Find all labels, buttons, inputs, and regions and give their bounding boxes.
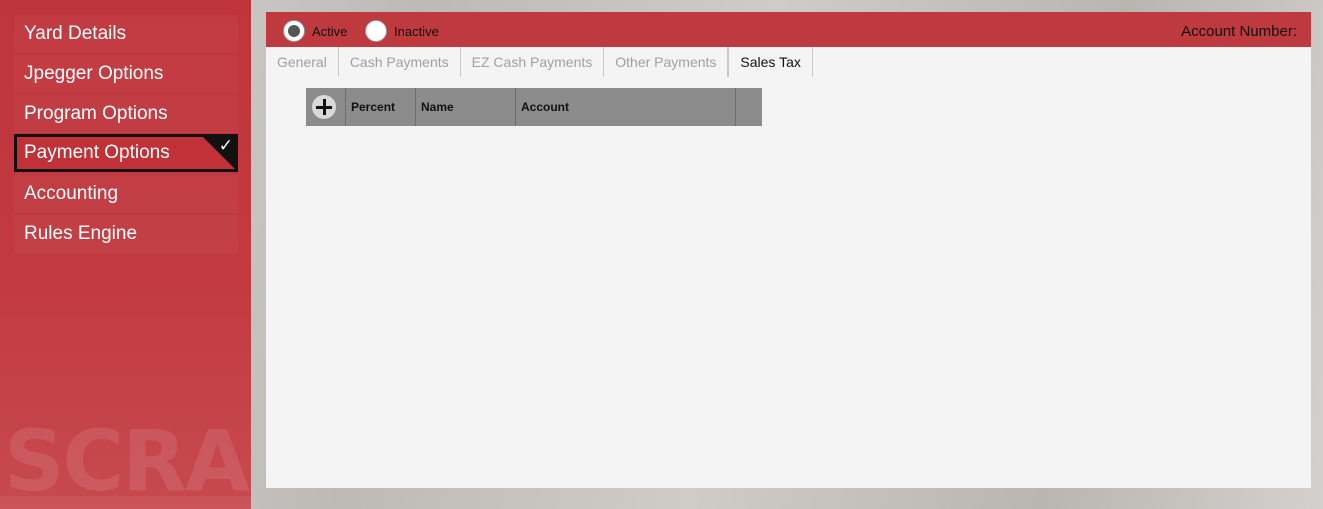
active-radio[interactable] bbox=[283, 20, 305, 42]
inactive-radio-label: Inactive bbox=[394, 24, 439, 39]
sidebar-item-accounting[interactable]: Accounting bbox=[14, 175, 238, 213]
tab-strip: General Cash Payments EZ Cash Payments O… bbox=[266, 47, 813, 77]
tab-ez-cash-payments[interactable]: EZ Cash Payments bbox=[461, 47, 605, 77]
sidebar-item-program-options[interactable]: Program Options bbox=[14, 95, 238, 133]
sales-tax-grid-header: Percent Name Account bbox=[306, 88, 762, 126]
active-radio-label: Active bbox=[312, 24, 348, 39]
radio-selected-dot bbox=[288, 25, 300, 37]
sidebar-item-jpegger-options[interactable]: Jpegger Options bbox=[14, 55, 238, 93]
sidebar-item-payment-options[interactable]: Payment Options ✓ bbox=[14, 134, 238, 172]
sidebar-item-label: Jpegger Options bbox=[24, 63, 164, 84]
plus-icon[interactable] bbox=[312, 95, 336, 119]
checkmark-icon: ✓ bbox=[218, 136, 233, 156]
column-header-name[interactable]: Name bbox=[416, 88, 516, 126]
account-number-label: Account Number: bbox=[1181, 23, 1297, 40]
sidebar-item-label: Yard Details bbox=[24, 23, 127, 44]
sidebar-item-label: Payment Options bbox=[24, 142, 170, 163]
sidebar: Yard Details Jpegger Options Program Opt… bbox=[0, 0, 251, 509]
sidebar-item-yard-details[interactable]: Yard Details bbox=[14, 15, 238, 53]
tab-other-payments[interactable]: Other Payments bbox=[604, 47, 729, 77]
column-header-percent[interactable]: Percent bbox=[346, 88, 416, 126]
tab-sales-tax[interactable]: Sales Tax bbox=[728, 47, 813, 77]
sidebar-item-label: Accounting bbox=[24, 183, 119, 204]
sidebar-item-rules-engine[interactable]: Rules Engine bbox=[14, 215, 238, 253]
status-bar: Active Inactive Account Number: bbox=[266, 12, 1311, 47]
tab-cash-payments[interactable]: Cash Payments bbox=[339, 47, 461, 77]
sidebar-watermark-bar bbox=[0, 496, 251, 509]
inactive-radio[interactable] bbox=[365, 20, 387, 42]
column-header-account[interactable]: Account bbox=[516, 88, 736, 126]
main-panel: Active Inactive Account Number: General … bbox=[266, 12, 1311, 488]
sidebar-item-label: Program Options bbox=[24, 103, 168, 124]
add-column-cell bbox=[306, 88, 346, 126]
column-header-spacer bbox=[736, 88, 762, 126]
sidebar-item-label: Rules Engine bbox=[24, 223, 138, 244]
sidebar-watermark: SCRAP bbox=[4, 412, 251, 509]
tab-general[interactable]: General bbox=[266, 47, 339, 77]
